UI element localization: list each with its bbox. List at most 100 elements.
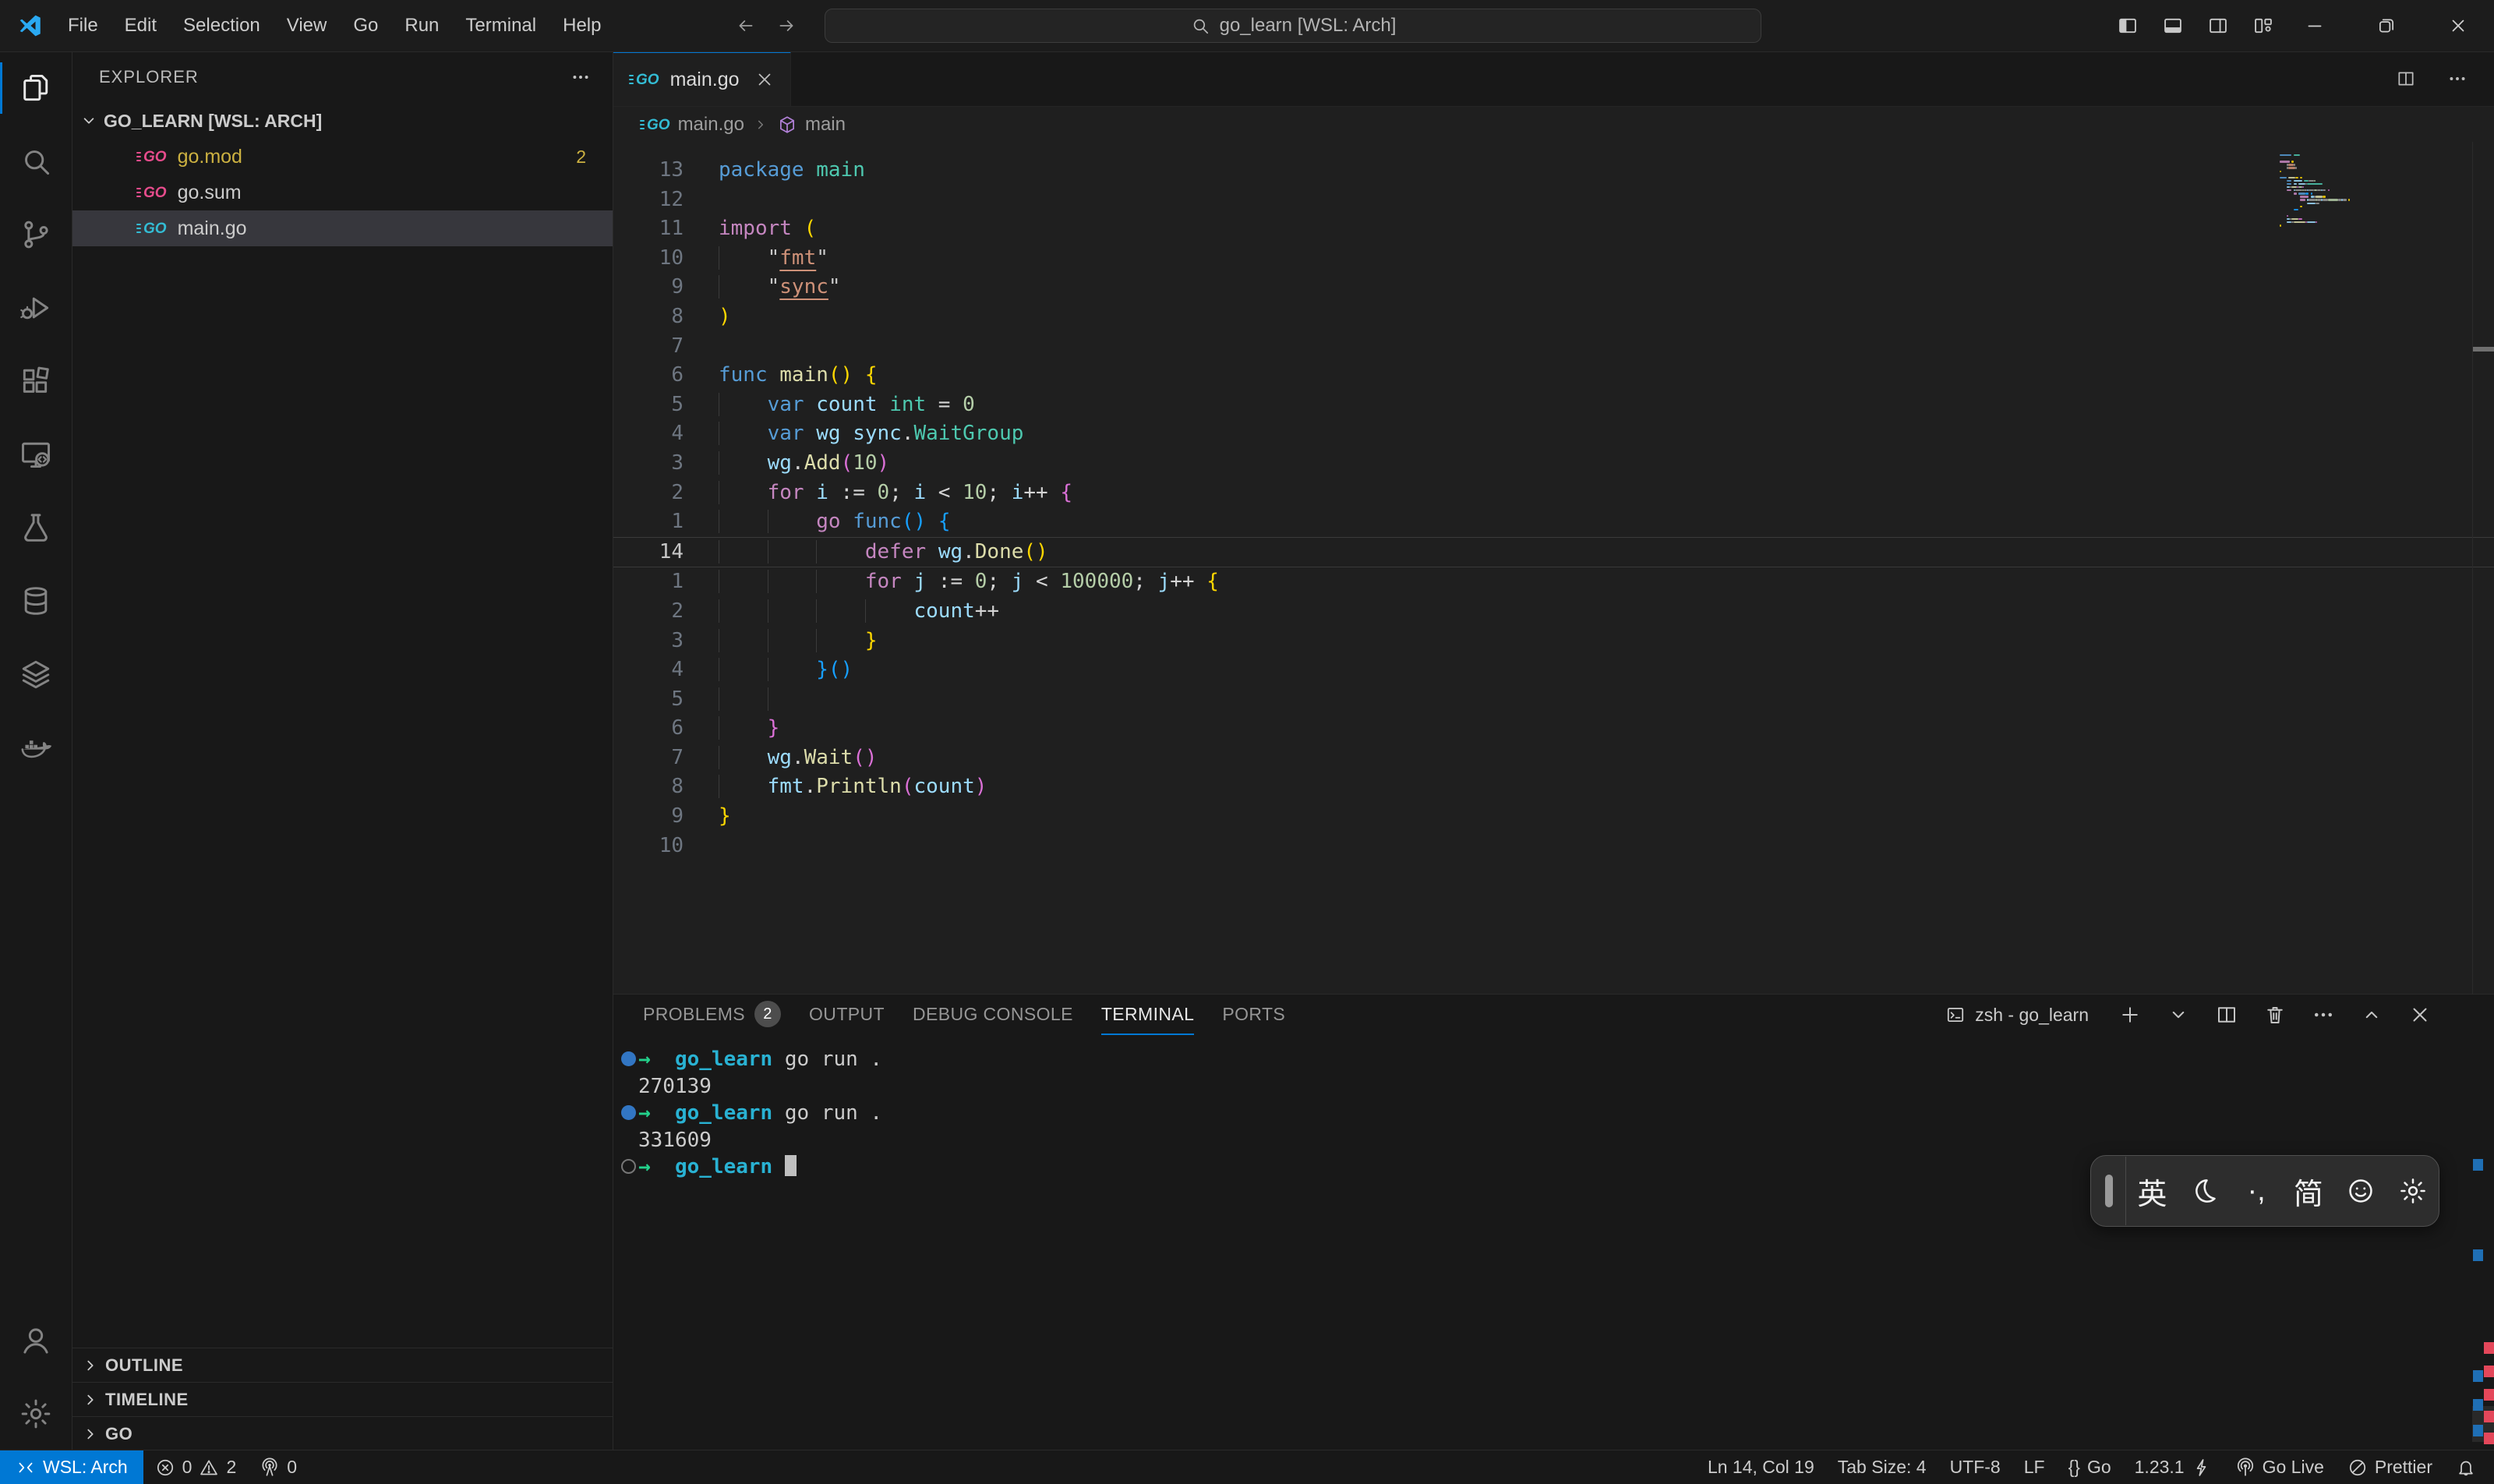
ellipsis-icon[interactable] [2312, 1003, 2335, 1026]
status-ports-status[interactable]: 0 [248, 1450, 309, 1484]
section-outline[interactable]: OUTLINE [72, 1348, 613, 1382]
activity-explorer[interactable] [0, 51, 72, 125]
code-line[interactable]: 1 go func() { [613, 507, 2494, 537]
code-line[interactable]: 12 [613, 186, 2494, 215]
chevron-up-icon[interactable] [2360, 1003, 2383, 1026]
command-decoration-icon[interactable] [621, 1105, 636, 1120]
code-line[interactable]: 11import ( [613, 214, 2494, 244]
panel-tab-output[interactable]: OUTPUT [809, 995, 885, 1035]
status-problems-status[interactable]: 02 [143, 1450, 249, 1484]
code-line[interactable]: 1 for j := 0; j < 100000; j++ { [613, 567, 2494, 597]
menu-go[interactable]: Go [340, 9, 391, 43]
plus-icon[interactable] [2118, 1003, 2142, 1026]
panel-tab-debug-console[interactable]: DEBUG CONSOLE [913, 995, 1073, 1035]
ime-fullwidth-mode[interactable] [2185, 1176, 2223, 1206]
breadcrumb[interactable]: GOmain.go main [613, 107, 2494, 143]
workspace-section[interactable]: GO_LEARN [WSL: ARCH] [72, 103, 613, 139]
section-go[interactable]: GO [72, 1416, 613, 1450]
activity-settings[interactable] [0, 1377, 72, 1450]
status-prettier[interactable]: Prettier [2336, 1450, 2444, 1484]
split-editor-icon[interactable] [2396, 69, 2416, 89]
breadcrumb-item[interactable]: main [777, 114, 846, 136]
code-line[interactable]: 10 "fmt" [613, 244, 2494, 274]
code-line[interactable]: 4 }() [613, 655, 2494, 685]
panel-tab-ports[interactable]: PORTS [1222, 995, 1285, 1035]
code-line[interactable]: 2 count++ [613, 597, 2494, 627]
activity-run-debug[interactable] [0, 271, 72, 344]
code-line[interactable]: 3 } [613, 627, 2494, 656]
ime-drag-handle[interactable] [2105, 1175, 2113, 1207]
layout-sidebar-icon[interactable] [2117, 15, 2139, 37]
status-notifications[interactable] [2444, 1450, 2488, 1484]
code-line[interactable]: 6 } [613, 714, 2494, 744]
status-language-mode[interactable]: {}Go [2057, 1450, 2123, 1484]
editor-more-icon[interactable] [2447, 69, 2468, 89]
code-line[interactable]: 6func main() { [613, 361, 2494, 390]
close-button[interactable] [2422, 0, 2494, 51]
activity-testing[interactable] [0, 491, 72, 564]
breadcrumb-item[interactable]: GOmain.go [640, 114, 744, 136]
status-go-version[interactable]: 1.23.1 [2123, 1450, 2224, 1484]
code-line[interactable]: 8) [613, 302, 2494, 332]
ime-ime-settings[interactable] [2394, 1176, 2432, 1206]
menu-edit[interactable]: Edit [111, 9, 170, 43]
menu-terminal[interactable]: Terminal [452, 9, 549, 43]
menu-file[interactable]: File [55, 9, 111, 43]
file-main-go[interactable]: GOmain.go [72, 210, 613, 246]
status-go-live[interactable]: Go Live [2224, 1450, 2336, 1484]
code-line[interactable]: 4 var wg sync.WaitGroup [613, 419, 2494, 449]
code-line[interactable]: 14 defer wg.Done() [613, 537, 2494, 568]
code-line[interactable]: 3 wg.Add(10) [613, 449, 2494, 479]
menu-help[interactable]: Help [549, 9, 614, 43]
activity-search[interactable] [0, 125, 72, 198]
activity-source-control[interactable] [0, 198, 72, 271]
activity-accounts[interactable] [0, 1304, 72, 1377]
layout-custom-icon[interactable] [2252, 15, 2274, 37]
layout-sidebar-right-icon[interactable] [2207, 15, 2229, 37]
back-icon[interactable] [736, 16, 756, 36]
chevron-down-icon[interactable] [2167, 1003, 2190, 1026]
code-line[interactable]: 7 [613, 332, 2494, 362]
activity-extensions[interactable] [0, 344, 72, 418]
close-icon[interactable] [2408, 1003, 2432, 1026]
split-icon[interactable] [2215, 1003, 2238, 1026]
overview-ruler[interactable] [2473, 142, 2494, 995]
sidebar-more-icon[interactable] [571, 67, 591, 87]
code-line[interactable]: 5 var count int = 0 [613, 390, 2494, 420]
close-tab-icon[interactable] [754, 69, 775, 90]
file-go-mod[interactable]: GOgo.mod2 [72, 139, 613, 175]
command-decoration-icon[interactable] [621, 1051, 636, 1066]
status-eol[interactable]: LF [2012, 1450, 2057, 1484]
layout-panel-icon[interactable] [2162, 15, 2184, 37]
code-line[interactable]: 9} [613, 802, 2494, 832]
ime-charset-mode[interactable]: 简 [2290, 1170, 2327, 1213]
activity-layers[interactable] [0, 638, 72, 711]
status-indentation[interactable]: Tab Size: 4 [1826, 1450, 1938, 1484]
tab-main-go[interactable]: GO main.go [613, 51, 791, 106]
code-line[interactable]: 2 for i := 0; i < 10; i++ { [613, 479, 2494, 508]
command-center-search[interactable]: go_learn [WSL: Arch] [825, 9, 1761, 43]
menu-selection[interactable]: Selection [170, 9, 274, 43]
status-remote-indicator[interactable]: WSL: Arch [0, 1450, 143, 1484]
code-line[interactable]: 10 [613, 832, 2494, 861]
command-pending-icon[interactable] [621, 1159, 636, 1174]
forward-icon[interactable] [776, 16, 797, 36]
ime-input-mode[interactable]: 英 [2133, 1170, 2171, 1213]
activity-docker[interactable] [0, 711, 72, 784]
panel-tab-problems[interactable]: PROBLEMS2 [643, 995, 781, 1035]
code-line[interactable]: 7 wg.Wait() [613, 744, 2494, 773]
menu-run[interactable]: Run [391, 9, 452, 43]
activity-database[interactable] [0, 564, 72, 638]
code-line[interactable]: 9 "sync" [613, 273, 2494, 302]
terminal-instance[interactable]: zsh - go_learn [1945, 1005, 2089, 1026]
code-line[interactable]: 8 fmt.Println(count) [613, 772, 2494, 802]
restore-button[interactable] [2351, 0, 2422, 51]
menu-view[interactable]: View [274, 9, 341, 43]
file-go-sum[interactable]: GOgo.sum [72, 175, 613, 210]
activity-remote-explorer[interactable] [0, 418, 72, 491]
code-line[interactable]: 5 [613, 685, 2494, 715]
trash-icon[interactable] [2263, 1003, 2287, 1026]
section-timeline[interactable]: TIMELINE [72, 1382, 613, 1416]
status-cursor-position[interactable]: Ln 14, Col 19 [1696, 1450, 1826, 1484]
code-line[interactable]: 13package main [613, 156, 2494, 186]
